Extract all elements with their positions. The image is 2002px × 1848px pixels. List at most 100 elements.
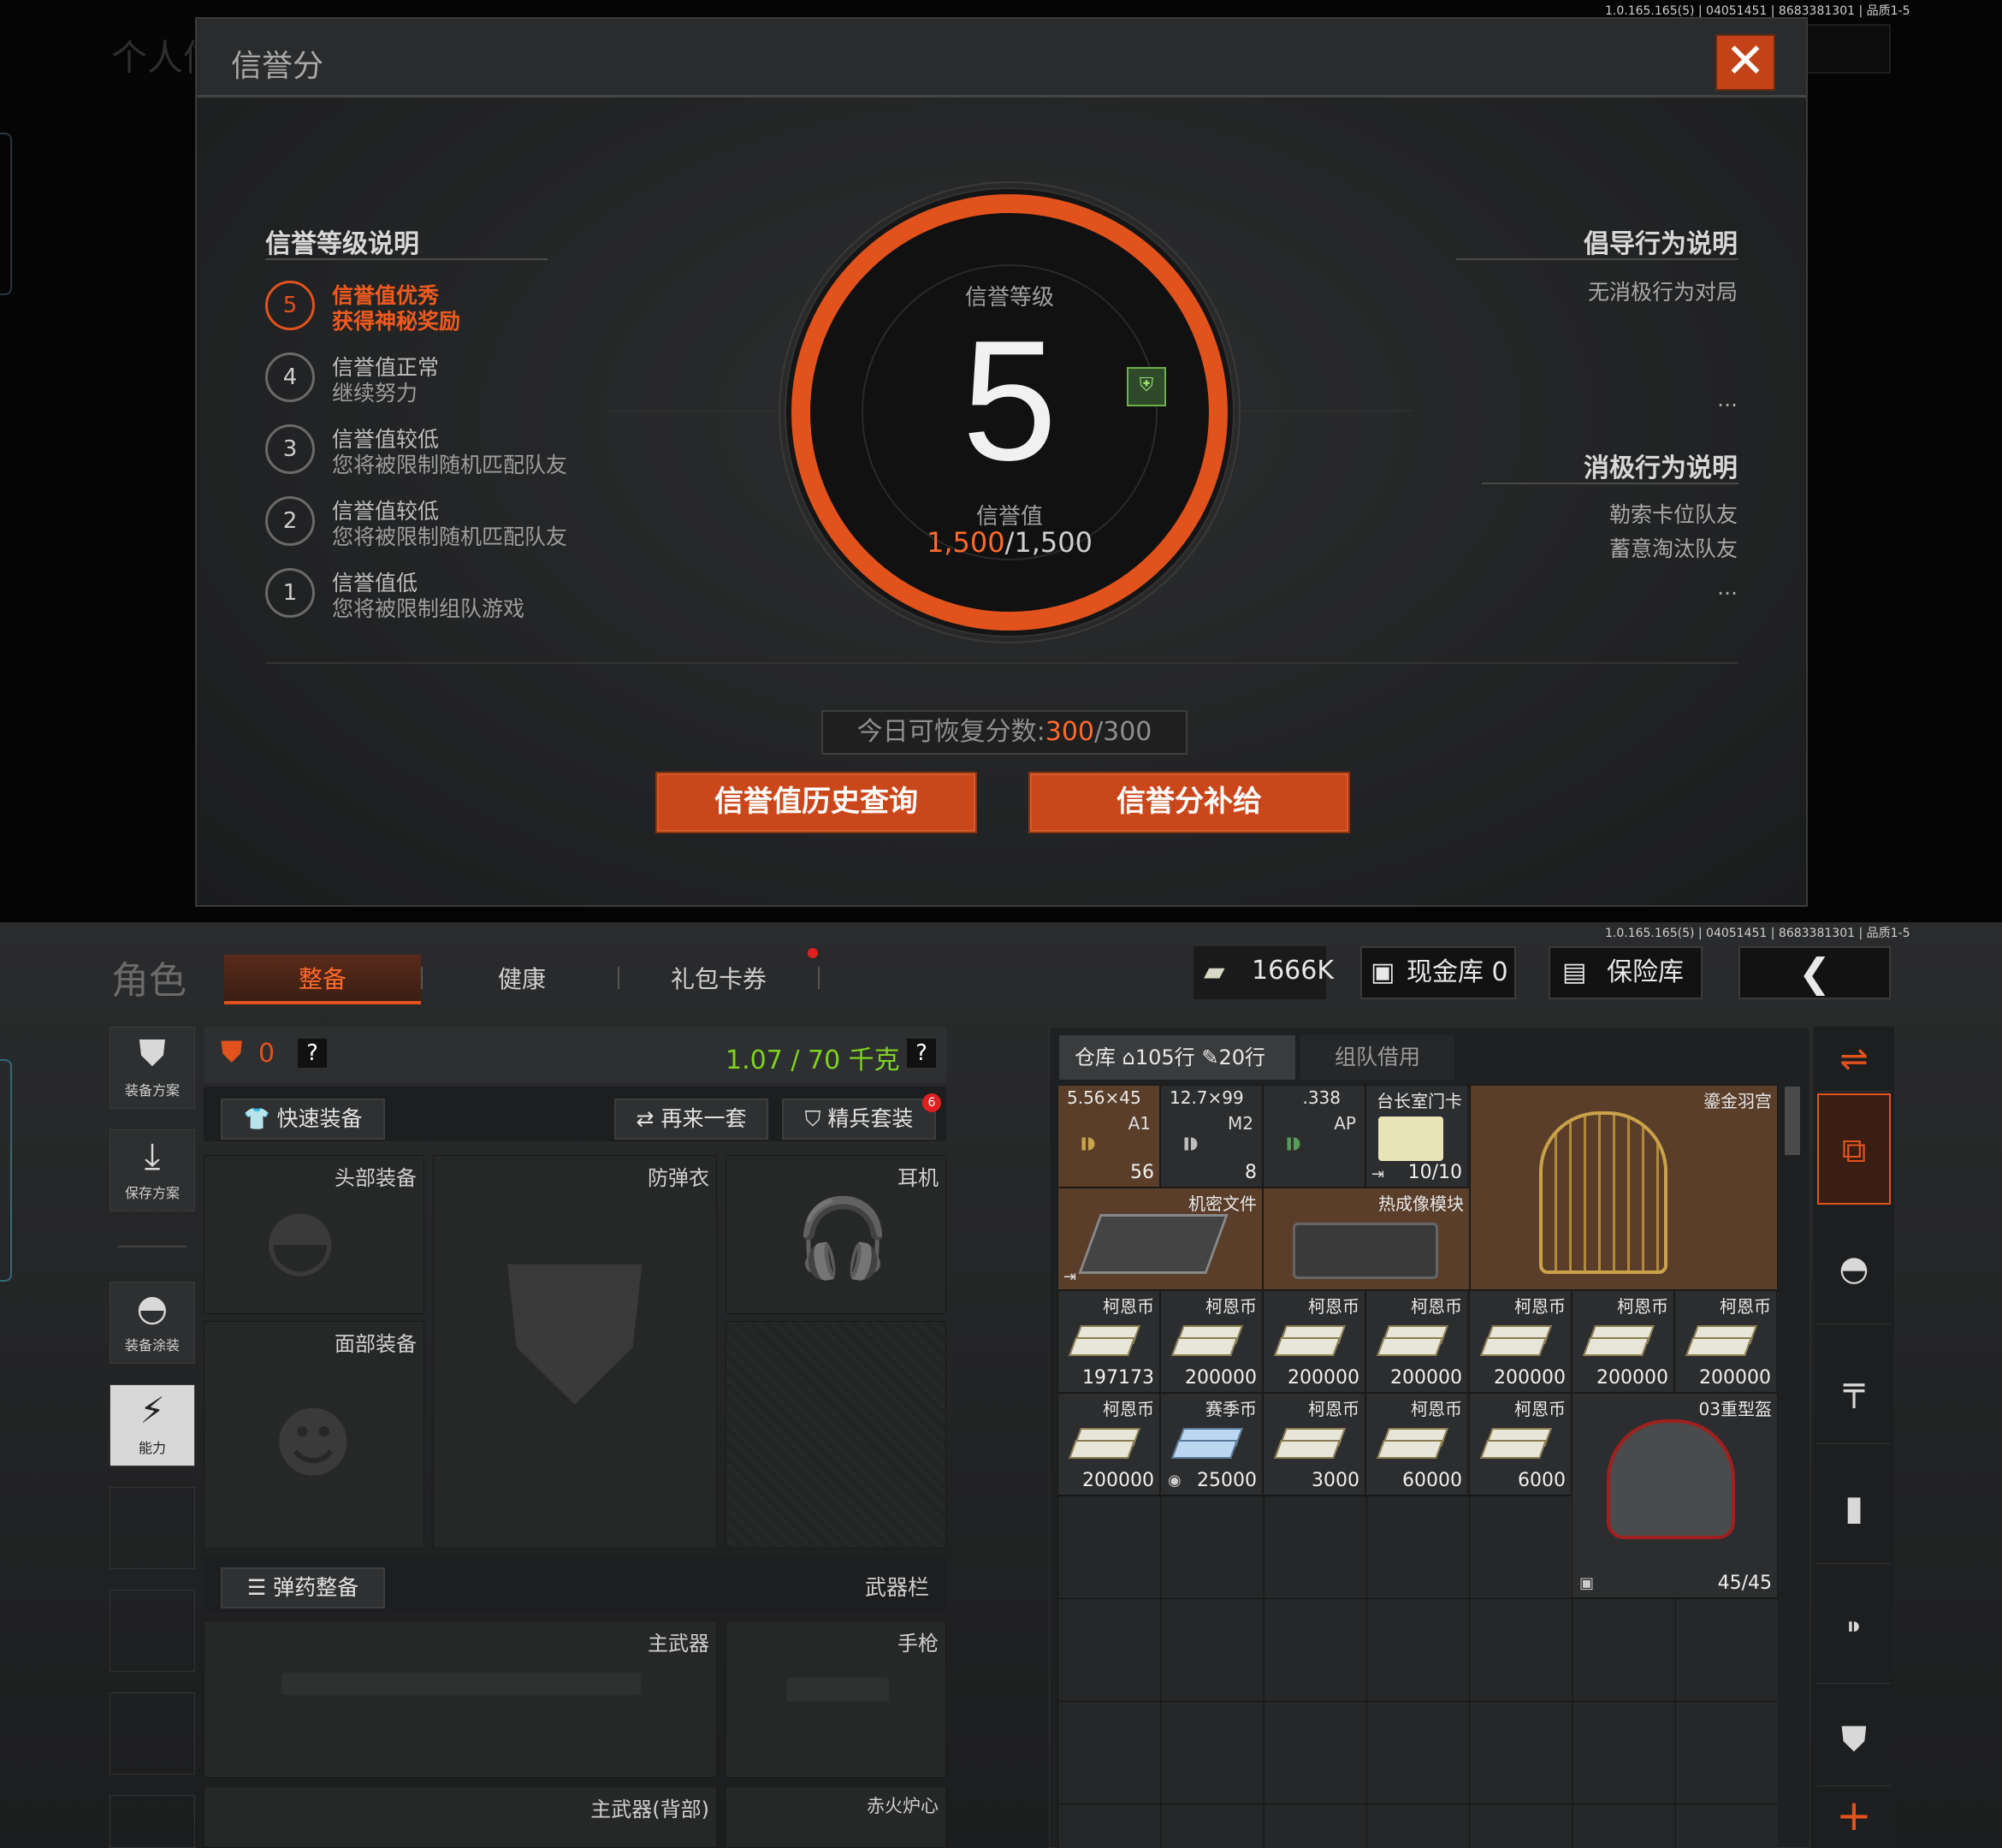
tab-health[interactable]: 健康 <box>428 955 616 1004</box>
inventory-item-currency[interactable]: 柯恩币 200000 <box>1263 1290 1365 1393</box>
inventory-item-currency[interactable]: 柯恩币 200000 <box>1365 1290 1468 1393</box>
more-ellipsis: ... <box>1717 387 1738 412</box>
banknote-icon <box>1582 1317 1658 1366</box>
category-sort-icon[interactable]: ⇌ <box>1817 1027 1891 1092</box>
ammo-prepare-button[interactable]: ☰ 弹药整备 <box>221 1567 385 1608</box>
season-banknote-icon <box>1170 1419 1247 1469</box>
warehouse-tab[interactable]: 仓库 ⌂105行 ✎20行 <box>1059 1035 1295 1080</box>
category-vest-icon[interactable]: ⛊ <box>1817 1692 1891 1786</box>
earphone-slot[interactable]: 耳机 🎧 <box>726 1155 946 1314</box>
back-weapon-slot[interactable]: 主武器(背部) <box>204 1786 717 1848</box>
disabled-slot <box>726 1321 946 1549</box>
ability-button[interactable]: ⚡ 能力 <box>110 1384 195 1466</box>
inventory-item-currency[interactable]: 柯恩币 6000 <box>1469 1393 1572 1496</box>
close-icon: ✕ <box>1725 33 1766 89</box>
slot-label: 防弹衣 <box>648 1166 709 1190</box>
category-ammo-icon[interactable]: ⁍ <box>1817 1573 1891 1684</box>
negative-item: 蓄意淘汰队友 <box>1608 536 1738 561</box>
elite-set-button[interactable]: ⛉ 精兵套装 <box>782 1099 936 1140</box>
vest-slot[interactable]: 防弹衣 ⛊ <box>433 1155 717 1549</box>
tab-gift-coupons[interactable]: 礼包卡券 <box>625 955 813 1004</box>
pistol-slot[interactable]: 手枪 <box>726 1620 946 1778</box>
inventory-item-currency[interactable]: 柯恩币 200000 <box>1674 1290 1777 1393</box>
again-button[interactable]: ⇄ 再来一套 <box>614 1099 768 1140</box>
save-plan-button[interactable]: ⤓ 保存方案 <box>110 1129 195 1211</box>
team-borrow-tab[interactable]: 组队借用 <box>1300 1035 1454 1080</box>
warehouse-grid: 5.56×45 A1 ⁍ 56 12.7×99 M2 ⁍ 8 .338 AP ⁍… <box>1057 1085 1778 1848</box>
inventory-item-currency[interactable]: 柯恩币 3000 <box>1263 1393 1365 1496</box>
tab-separator <box>618 967 619 989</box>
banknote-icon <box>1479 1419 1555 1469</box>
helmet-icon <box>1607 1419 1735 1539</box>
inventory-item-secret-file[interactable]: 机密文件 ⇥ <box>1057 1188 1263 1290</box>
tab-prepare[interactable]: 整备 <box>224 955 421 1004</box>
ammo-icon: ☰ <box>246 1575 274 1600</box>
download-icon: ⤓ <box>144 1134 161 1176</box>
inventory-item-currency[interactable]: 柯恩币 200000 <box>1572 1290 1674 1393</box>
equip-skin-button[interactable]: ◓ 装备涂装 <box>110 1282 195 1364</box>
restore-current: 300 <box>1045 717 1094 747</box>
item-qty: 200000 <box>1596 1367 1668 1389</box>
inventory-item-helmet[interactable]: 03重型盔 ▣ 45/45 <box>1572 1393 1778 1598</box>
cash-store-label: 现金库 0 <box>1407 957 1508 987</box>
credit-score-modal: 信誉分 ✕ 信誉等级说明 5 信誉值优秀 获得神秘奖励 4 信誉值正常 继续努力… <box>195 17 1808 907</box>
slot-label: 耳机 <box>897 1166 939 1190</box>
warehouse-rows: 105行 <box>1134 1045 1195 1069</box>
scrollbar-thumb[interactable] <box>1785 1087 1800 1155</box>
inventory-item-keycard[interactable]: 台长室门卡 ⇥ 10/10 <box>1365 1085 1468 1188</box>
level-number: 2 <box>265 496 315 546</box>
rank-badge-icon: ⛨ <box>1127 367 1166 406</box>
face-slot[interactable]: 面部装备 ☻ <box>204 1321 424 1549</box>
equip-plan-button[interactable]: ⛊ 装备方案 <box>110 1027 195 1109</box>
banknote-icon <box>1376 1419 1452 1469</box>
inventory-item-thermal-module[interactable]: 热成像模块 <box>1263 1188 1470 1290</box>
negative-section-title: 消极行为说明 <box>1584 453 1738 483</box>
quick-equip-label: 快速装备 <box>276 1106 363 1131</box>
currency-display[interactable]: ▰ 1666K <box>1194 946 1334 999</box>
primary-weapon-slot[interactable]: 主武器 <box>204 1620 717 1778</box>
head-slot[interactable]: 头部装备 ◓ <box>204 1155 424 1314</box>
category-helmet-icon[interactable]: ◓ <box>1817 1213 1891 1324</box>
restore-max: /300 <box>1094 717 1152 747</box>
level-row-3: 3 信誉值较低 您将被限制随机匹配队友 <box>265 424 590 484</box>
inventory-item-ammo-127[interactable]: 12.7×99 M2 ⁍ 8 <box>1160 1085 1263 1188</box>
category-all-icon[interactable]: ⧉ <box>1817 1093 1891 1205</box>
inventory-item-currency[interactable]: 柯恩币 200000 <box>1160 1290 1263 1393</box>
help-icon[interactable]: ? <box>907 1039 936 1068</box>
item-qty: 200000 <box>1185 1367 1257 1389</box>
help-icon[interactable]: ? <box>298 1039 327 1068</box>
inventory-item-currency[interactable]: 柯恩币 200000 <box>1057 1393 1160 1496</box>
bullet-icon: ⁍ <box>1282 1120 1305 1171</box>
cash-store-button[interactable]: ▣ 现金库 0 <box>1360 946 1516 999</box>
inventory-item-currency[interactable]: 柯恩币 197173 <box>1057 1290 1160 1393</box>
refresh-icon: ⇄ <box>636 1106 661 1131</box>
inventory-item-season-coin[interactable]: 赛季币 ◉ 25000 <box>1160 1393 1263 1496</box>
back-button[interactable]: ❮ <box>1738 946 1891 999</box>
melee-slot[interactable]: 赤火炉心 <box>726 1786 946 1848</box>
divider <box>265 258 548 260</box>
level-desc: 获得神秘奖励 <box>332 309 461 334</box>
safe-box-button[interactable]: ▤ 保险库 <box>1549 946 1703 999</box>
inventory-item-birdcage[interactable]: 鎏金羽宫 <box>1470 1085 1778 1290</box>
banknote-icon <box>1479 1317 1555 1366</box>
inventory-item-ammo-556[interactable]: 5.56×45 A1 ⁍ 56 <box>1057 1085 1160 1188</box>
inventory-item-currency[interactable]: 柯恩币 60000 <box>1365 1393 1468 1496</box>
currency-amount: 1666K <box>1252 956 1335 986</box>
inventory-item-ammo-338[interactable]: .338 AP ⁍ <box>1263 1085 1365 1188</box>
category-rifle-icon[interactable]: ╤ <box>1817 1333 1891 1444</box>
item-qty: 200000 <box>1699 1367 1771 1389</box>
history-query-button[interactable]: 信誉值历史查询 <box>655 772 977 833</box>
close-button[interactable]: ✕ <box>1715 34 1775 91</box>
item-name: 柯恩币 <box>1411 1399 1462 1419</box>
item-name: 5.56×45 <box>1067 1087 1141 1108</box>
armor-icon: ⛊ <box>221 1035 243 1069</box>
category-magazine-icon[interactable]: ▮ <box>1817 1453 1891 1564</box>
slot-label: 手枪 <box>897 1632 939 1656</box>
slot-label: 头部装备 <box>335 1166 417 1190</box>
inventory-item-currency[interactable]: 柯恩币 200000 <box>1469 1290 1572 1393</box>
equipment-screen: 1.0.165.165(5) | 04051451 | 8683381301 |… <box>0 922 2002 1848</box>
quick-equip-button[interactable]: 👕 快速装备 <box>221 1099 385 1140</box>
score-supply-button[interactable]: 信誉分补给 <box>1028 772 1350 833</box>
add-category-button[interactable]: + <box>1817 1788 1891 1848</box>
level-row-4: 4 信誉值正常 继续努力 <box>265 352 590 412</box>
